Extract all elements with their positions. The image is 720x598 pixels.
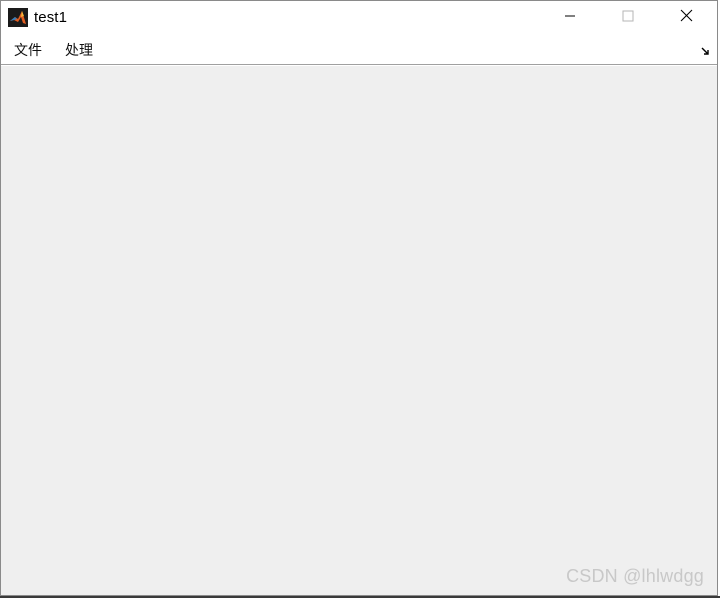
close-icon	[680, 9, 693, 27]
title-bar[interactable]: test1	[1, 1, 717, 34]
matlab-logo-icon	[8, 8, 28, 27]
dock-figure-arrow-icon[interactable]	[700, 44, 712, 56]
menu-bar: 文件 处理	[1, 34, 717, 65]
menu-item-process[interactable]: 处理	[65, 40, 93, 60]
minimize-button[interactable]	[547, 1, 593, 34]
watermark-text: CSDN @lhlwdgg	[566, 566, 704, 586]
window-title: test1	[34, 9, 68, 26]
maximize-button[interactable]	[605, 1, 651, 34]
close-button[interactable]	[663, 1, 709, 34]
maximize-icon	[622, 9, 634, 27]
figure-window: test1 文件 处理 CSDN @lhlwdgg	[0, 0, 718, 596]
minimize-icon	[564, 9, 576, 27]
figure-canvas	[1, 66, 717, 595]
menu-item-file[interactable]: 文件	[14, 40, 42, 60]
